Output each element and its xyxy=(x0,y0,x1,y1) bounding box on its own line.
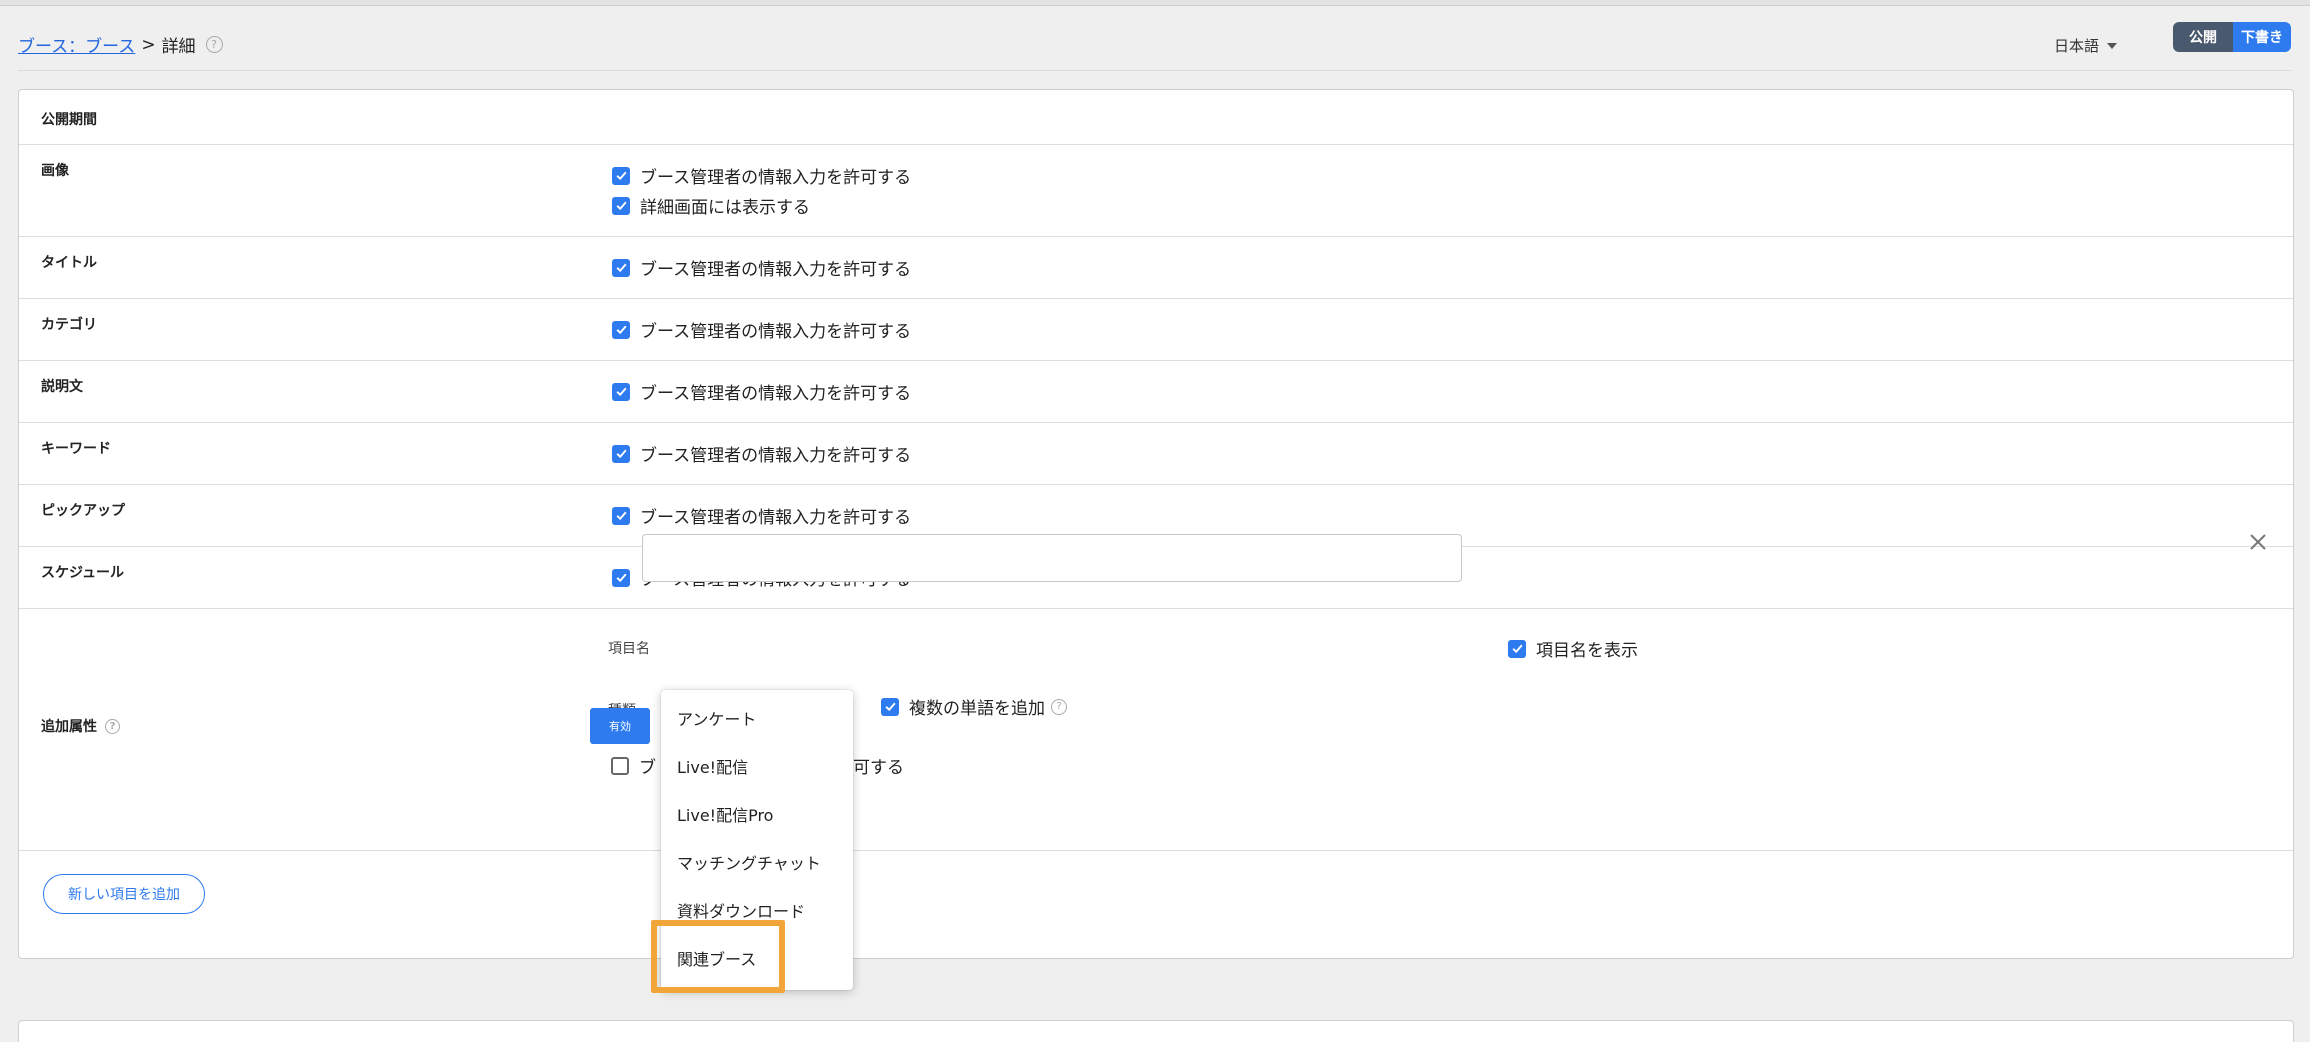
row-label-title: タイトル xyxy=(41,255,97,271)
row-label-pickup: ピックアップ xyxy=(41,503,125,519)
header-divider xyxy=(18,70,2292,71)
row-description xyxy=(19,361,2293,423)
checkbox-checked-icon[interactable] xyxy=(612,568,630,587)
help-icon[interactable]: ? xyxy=(105,718,120,734)
allow-input-partial-left: ブ xyxy=(639,758,656,778)
next-card xyxy=(18,1020,2294,1042)
checkbox-checked-icon[interactable] xyxy=(881,697,899,716)
allow-input-option[interactable]: ブ xyxy=(611,753,656,778)
keyword-allow-option[interactable]: ブース管理者の情報入力を許可する xyxy=(612,441,911,466)
row-label-period: 公開期間 xyxy=(41,112,97,128)
checkbox-checked-icon[interactable] xyxy=(612,258,630,277)
option-label: ブース管理者の情報入力を許可する xyxy=(640,384,912,404)
dropdown-item-matching-chat[interactable]: マッチングチャット xyxy=(677,850,821,874)
help-icon[interactable]: ? xyxy=(205,36,223,53)
settings-card: 公開期間 画像 ブース管理者の情報入力を許可する 詳細画面には表示する タイトル… xyxy=(18,89,2294,959)
row-label-image: 画像 xyxy=(41,163,69,179)
top-border xyxy=(0,0,2310,6)
language-label: 日本語 xyxy=(2054,37,2100,55)
breadcrumb-separator: > xyxy=(141,34,156,55)
checkbox-checked-icon[interactable] xyxy=(612,166,630,185)
status-toggle: 公開 下書き xyxy=(2173,22,2291,52)
item-name-input[interactable] xyxy=(642,534,1462,582)
breadcrumb-current: 詳細 xyxy=(161,37,196,57)
option-label: ブース管理者の情報入力を許可する xyxy=(640,168,912,188)
enable-button[interactable]: 有効 xyxy=(590,708,650,744)
checkbox-checked-icon[interactable] xyxy=(1508,639,1526,658)
row-period: 公開期間 xyxy=(19,90,2293,145)
row-title xyxy=(19,237,2293,299)
item-name-label: 項目名 xyxy=(608,641,650,657)
option-label: ブース管理者の情報入力を許可する xyxy=(640,260,912,280)
multiple-words-option[interactable]: 複数の単語を追加 ? xyxy=(881,694,1067,719)
dropdown-item-document-download[interactable]: 資料ダウンロード xyxy=(677,898,805,922)
breadcrumb-link-booth[interactable]: ブース：ブース xyxy=(18,32,135,57)
row-label-category: カテゴリ xyxy=(41,317,97,333)
checkbox-checked-icon[interactable] xyxy=(612,382,630,401)
show-item-name-label: 項目名を表示 xyxy=(1536,641,1638,661)
row-label-description: 説明文 xyxy=(41,379,83,395)
help-icon[interactable]: ? xyxy=(1051,698,1067,715)
language-select[interactable]: 日本語 xyxy=(2054,35,2118,56)
option-label: ブース管理者の情報入力を許可する xyxy=(640,446,912,466)
description-allow-option[interactable]: ブース管理者の情報入力を許可する xyxy=(612,379,911,404)
checkbox-checked-icon[interactable] xyxy=(612,196,630,215)
category-allow-option[interactable]: ブース管理者の情報入力を許可する xyxy=(612,317,911,342)
dropdown-item-survey[interactable]: アンケート xyxy=(677,706,756,730)
dropdown-item-live-pro[interactable]: Live!配信Pro xyxy=(677,802,773,826)
highlight-box xyxy=(651,920,785,993)
row-label-schedule: スケジュール xyxy=(41,565,125,581)
multiple-words-label: 複数の単語を追加 xyxy=(909,699,1045,719)
breadcrumb: ブース：ブース > 詳細 ? xyxy=(18,32,223,57)
extra-label-text: 追加属性 xyxy=(41,719,97,735)
row-extra-attribute xyxy=(19,609,2293,851)
pickup-allow-option[interactable]: ブース管理者の情報入力を許可する xyxy=(612,503,911,528)
image-show-detail-option[interactable]: 詳細画面には表示する xyxy=(612,193,810,218)
close-icon[interactable] xyxy=(2246,530,2270,554)
option-label: ブース管理者の情報入力を許可する xyxy=(640,322,912,342)
caret-down-icon xyxy=(2107,42,2118,49)
checkbox-checked-icon[interactable] xyxy=(612,506,630,525)
row-category xyxy=(19,299,2293,361)
checkbox-checked-icon[interactable] xyxy=(612,444,630,463)
row-label-keyword: キーワード xyxy=(41,441,111,457)
show-item-name-option[interactable]: 項目名を表示 xyxy=(1508,636,1638,661)
title-allow-option[interactable]: ブース管理者の情報入力を許可する xyxy=(612,255,911,280)
option-label: 詳細画面には表示する xyxy=(640,198,810,218)
row-image xyxy=(19,145,2293,237)
image-allow-option[interactable]: ブース管理者の情報入力を許可する xyxy=(612,163,911,188)
dropdown-item-live[interactable]: Live!配信 xyxy=(677,754,748,778)
row-keyword xyxy=(19,423,2293,485)
option-label: ブース管理者の情報入力を許可する xyxy=(640,508,912,528)
checkbox-unchecked-icon[interactable] xyxy=(611,756,629,775)
publish-button[interactable]: 公開 xyxy=(2173,22,2233,52)
checkbox-checked-icon[interactable] xyxy=(612,320,630,339)
draft-button[interactable]: 下書き xyxy=(2233,22,2291,52)
add-new-item-button[interactable]: 新しい項目を追加 xyxy=(43,874,205,914)
row-label-extra: 追加属性 ? xyxy=(41,716,120,736)
allow-input-partial-right: 可する xyxy=(853,758,904,778)
